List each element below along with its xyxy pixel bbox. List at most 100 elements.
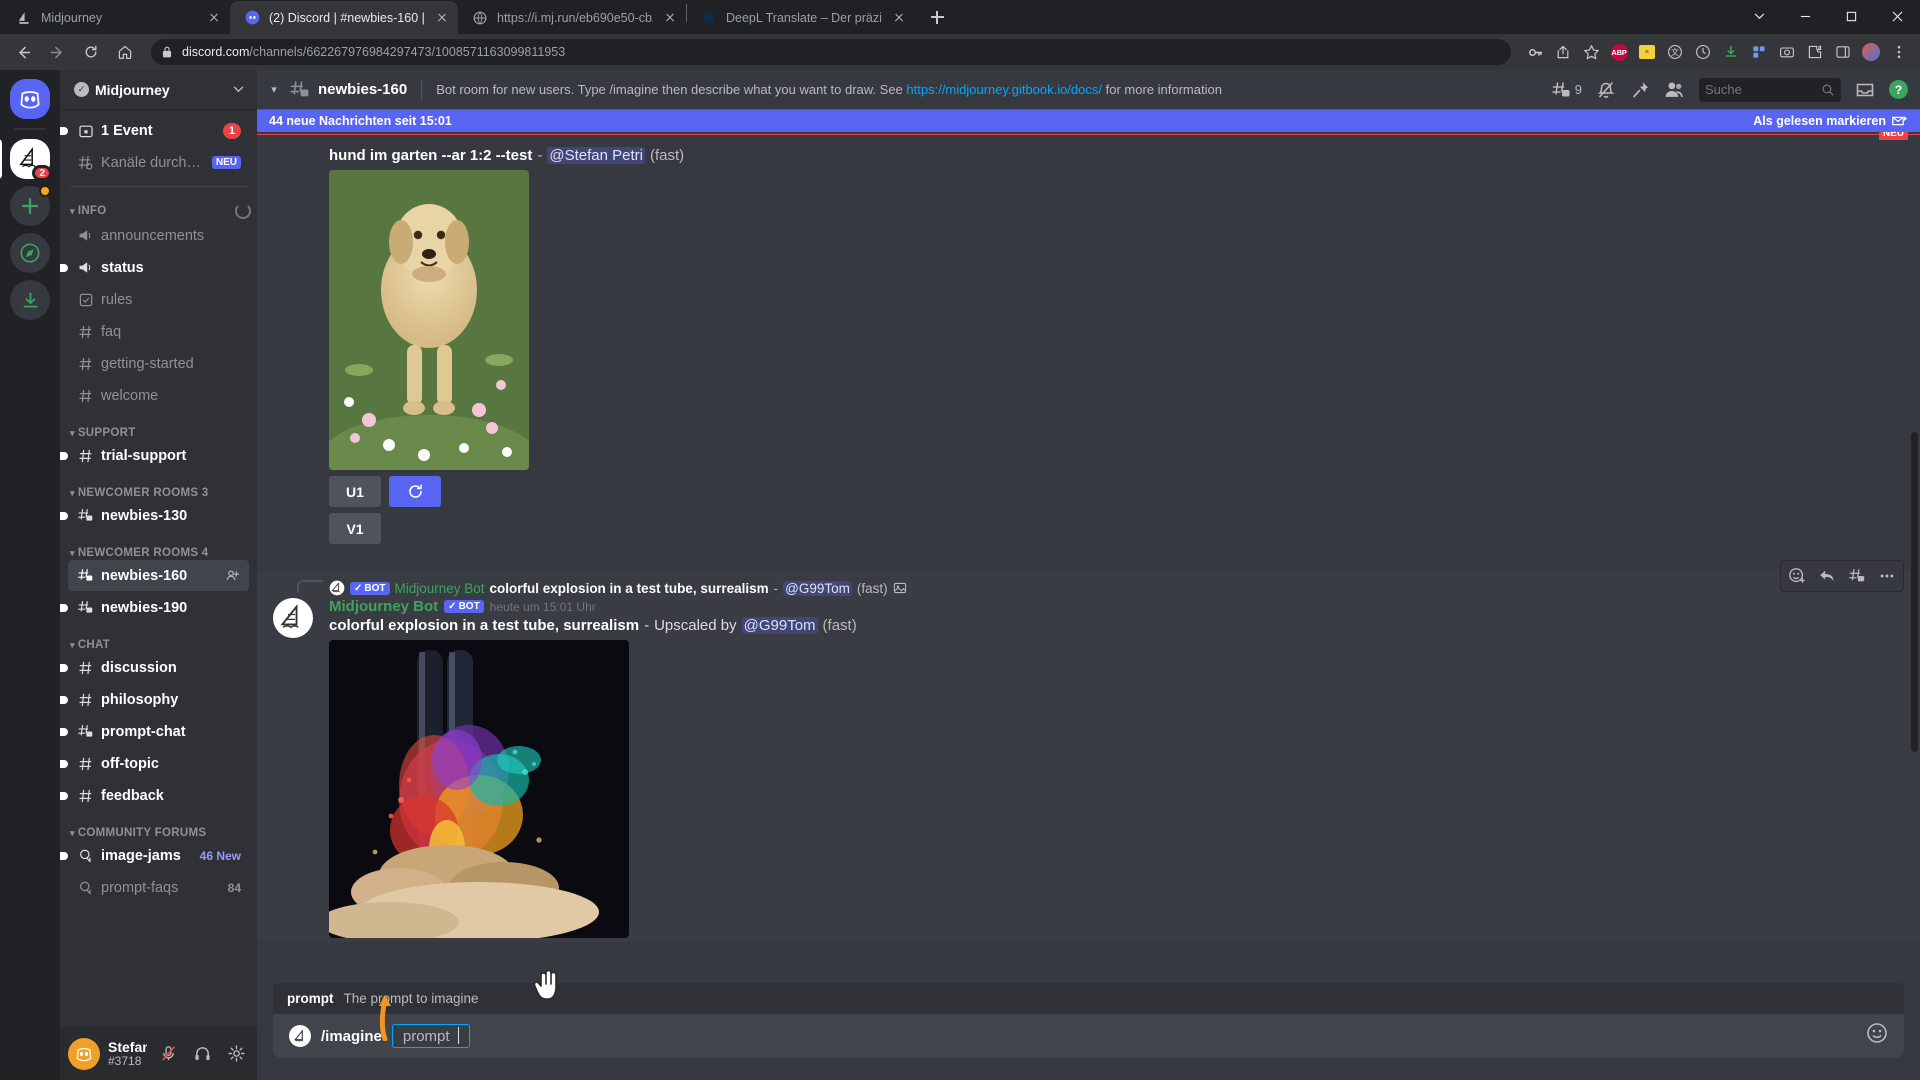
sidebar-item-philosophy[interactable]: philosophy — [60, 684, 249, 715]
help-icon[interactable]: ? — [1889, 80, 1908, 99]
settings-gear-icon[interactable] — [223, 1041, 249, 1067]
add-reaction-icon[interactable] — [1783, 563, 1811, 589]
download-icon[interactable] — [1718, 39, 1744, 65]
headphones-icon[interactable] — [189, 1041, 215, 1067]
sidebar-item-feedback[interactable]: feedback — [60, 780, 249, 811]
home-button[interactable] — [110, 37, 140, 67]
category-newcomer-rooms-4[interactable]: ▾ NEWCOMER ROOMS 4 — [68, 547, 249, 559]
more-options-icon[interactable] — [1873, 563, 1901, 589]
forward-button[interactable] — [42, 37, 72, 67]
translate-icon[interactable]: 文 — [1662, 39, 1688, 65]
close-window-icon[interactable] — [1874, 0, 1920, 32]
note-extension-icon[interactable]: ≡ — [1634, 39, 1660, 65]
camera-icon[interactable] — [1774, 39, 1800, 65]
create-invite-icon[interactable] — [223, 567, 241, 585]
download-apps-button[interactable] — [10, 280, 50, 320]
category-support[interactable]: ▾ SUPPORT — [68, 427, 249, 439]
sidebar-item-events[interactable]: 1 Event 1 — [60, 115, 249, 146]
message-composer[interactable]: /imagine prompt — [273, 1014, 1904, 1058]
mention-user[interactable]: @Stefan Petri — [547, 147, 645, 164]
category-community-forums[interactable]: ▾ COMMUNITY FORUMS — [68, 827, 249, 839]
sidebar-item-rules[interactable]: rules — [68, 284, 249, 315]
sidebar-item-discussion[interactable]: discussion — [60, 652, 249, 683]
explore-servers-button[interactable] — [10, 233, 50, 273]
search-input[interactable]: Suche — [1699, 77, 1841, 102]
category-newcomer-rooms-3[interactable]: ▾ NEWCOMER ROOMS 3 — [68, 487, 249, 499]
message-list[interactable]: NEU hund im garten --ar 1:2 --test - @St… — [257, 132, 1920, 983]
sidebar-icon[interactable] — [1830, 39, 1856, 65]
sidebar-item-prompt-faqs[interactable]: prompt-faqs 84 — [68, 872, 249, 903]
sidebar-item-off-topic[interactable]: off-topic — [60, 748, 249, 779]
profile-avatar-icon[interactable] — [1858, 39, 1884, 65]
sidebar-item-status[interactable]: status — [60, 252, 249, 283]
close-icon[interactable] — [434, 10, 450, 26]
topic-link[interactable]: https://midjourney.gitbook.io/docs/ — [906, 82, 1102, 97]
new-tab-button[interactable] — [923, 3, 951, 31]
mic-muted-icon[interactable] — [155, 1041, 181, 1067]
upscale-u1-button[interactable]: U1 — [329, 476, 381, 507]
generated-image-dog[interactable] — [329, 170, 529, 470]
sidebar-item-newbies-160[interactable]: newbies-160 — [68, 560, 249, 591]
password-key-icon[interactable] — [1522, 39, 1548, 65]
sidebar-item-newbies-190[interactable]: newbies-190 — [60, 592, 249, 623]
address-bar[interactable]: discord.com/channels/662267976984297473/… — [151, 39, 1511, 65]
sidebar-item-prompt-chat[interactable]: prompt-chat — [60, 716, 249, 747]
clock-icon[interactable] — [1690, 39, 1716, 65]
inbox-icon[interactable] — [1855, 80, 1875, 100]
browser-tab-discord[interactable]: (2) Discord | #newbies-160 | Mid — [230, 1, 458, 34]
minimize-icon[interactable] — [1782, 0, 1828, 32]
reply-icon[interactable] — [1813, 563, 1841, 589]
sidebar-item-browse-channels[interactable]: Kanäle durchstöbern NEU — [68, 147, 249, 178]
sidebar-item-trial-support[interactable]: trial-support — [60, 440, 249, 471]
author-name[interactable]: Midjourney Bot — [329, 598, 438, 615]
mark-as-read-button[interactable]: Als gelesen markieren — [1753, 114, 1908, 128]
browser-tab-deepl[interactable]: DeepL Translate – Der präziseste — [687, 1, 915, 34]
chrome-menu-caret-icon[interactable] — [1736, 0, 1782, 32]
generated-image-explosion[interactable] — [329, 640, 629, 938]
notifications-muted-icon[interactable] — [1596, 80, 1616, 100]
avatar[interactable] — [273, 598, 313, 638]
mention-user[interactable]: @G99Tom — [741, 617, 818, 634]
close-icon[interactable] — [891, 10, 907, 26]
server-icon-midjourney[interactable]: 2 — [0, 139, 52, 181]
message-scrollbar[interactable] — [1911, 432, 1918, 752]
channel-topic[interactable]: Bot room for new users. Type /imagine th… — [436, 82, 1543, 97]
browser-tab-midjourney[interactable]: Midjourney — [2, 1, 230, 34]
category-chat[interactable]: ▾ CHAT — [68, 639, 249, 651]
sidebar-item-image-jams[interactable]: image-jams 46 New — [60, 840, 249, 871]
reload-button[interactable] — [76, 37, 106, 67]
add-server-button[interactable] — [10, 185, 51, 226]
back-button[interactable] — [8, 37, 38, 67]
pinned-messages-icon[interactable] — [1630, 80, 1650, 100]
member-list-icon[interactable] — [1664, 79, 1685, 100]
maximize-icon[interactable] — [1828, 0, 1874, 32]
close-icon[interactable] — [662, 10, 678, 26]
user-info[interactable]: Stefan Petri #3718 — [108, 1039, 147, 1069]
extension-icon[interactable] — [1802, 39, 1828, 65]
variation-v1-button[interactable]: V1 — [329, 513, 381, 544]
browser-tab-mjrun[interactable]: https://i.mj.run/eb690e50-cb24- — [458, 1, 686, 34]
sidebar-item-announcements[interactable]: announcements — [68, 220, 249, 251]
star-bookmark-icon[interactable] — [1578, 39, 1604, 65]
more-menu-icon[interactable] — [1886, 39, 1912, 65]
message-reference[interactable]: ✓ BOT Midjourney Bot colorful explosion … — [257, 580, 1904, 596]
adblock-icon[interactable]: ABP — [1606, 39, 1632, 65]
sidebar-item-newbies-130[interactable]: newbies-130 — [60, 500, 249, 531]
chevron-down-icon[interactable]: ▾ — [267, 83, 281, 96]
discord-home-icon[interactable] — [10, 79, 50, 119]
share-icon[interactable] — [1550, 39, 1576, 65]
close-icon[interactable] — [206, 10, 222, 26]
sidebar-item-getting-started[interactable]: getting-started — [68, 348, 249, 379]
emoji-picker-icon[interactable] — [1866, 1022, 1888, 1050]
create-thread-icon[interactable] — [1843, 563, 1871, 589]
puzzle-extension-icon[interactable] — [1746, 39, 1772, 65]
command-argument-chip[interactable]: prompt — [391, 1024, 471, 1048]
sidebar-item-welcome[interactable]: welcome — [68, 380, 249, 411]
category-info[interactable]: ▾ INFO — [68, 203, 251, 219]
guild-header[interactable]: ✓ Midjourney — [60, 70, 257, 109]
reference-mention[interactable]: @G99Tom — [783, 580, 852, 596]
sidebar-item-faq[interactable]: faq — [68, 316, 249, 347]
refresh-icon[interactable] — [389, 476, 441, 507]
threads-icon[interactable]: 9 — [1551, 80, 1582, 100]
avatar[interactable] — [68, 1037, 100, 1070]
